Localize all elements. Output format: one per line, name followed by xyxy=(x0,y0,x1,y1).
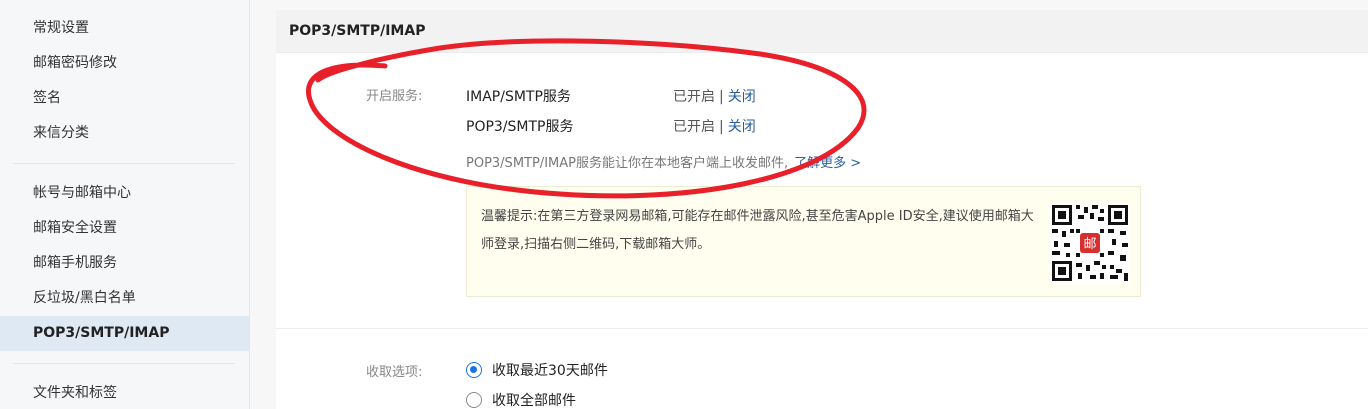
sidebar-item-security-settings[interactable]: 邮箱安全设置 xyxy=(0,211,249,246)
sidebar-item-antispam[interactable]: 反垃圾/黑白名单 xyxy=(0,281,249,316)
close-pop3-link[interactable]: 关闭 xyxy=(728,119,756,135)
section-divider xyxy=(276,328,1368,329)
service-name-pop3: POP3/SMTP服务 xyxy=(466,119,574,135)
radio-label: 收取全部邮件 xyxy=(492,393,576,409)
section-title: POP3/SMTP/IMAP xyxy=(276,10,1368,53)
qr-code-icon: 邮 xyxy=(1050,203,1130,283)
settings-main-panel: POP3/SMTP/IMAP 开启服务: IMAP/SMTP服务 已开启 | 关闭 … xyxy=(276,10,1368,409)
sidebar-group-general: 常规设置 邮箱密码修改 签名 来信分类 xyxy=(0,0,249,151)
sidebar-divider xyxy=(14,363,235,364)
status-text: 已开启 xyxy=(673,119,715,135)
status-separator: | xyxy=(719,119,724,135)
service-description-text: POP3/SMTP/IMAP服务能让你在本地客户端上收发邮件, xyxy=(466,156,789,171)
sidebar-item-signature[interactable]: 签名 xyxy=(0,81,249,116)
tip-text: 温馨提示:在第三方登录网易邮箱,可能存在邮件泄露风险,甚至危害Apple ID安… xyxy=(481,209,1034,252)
sidebar-item-pop3-smtp-imap[interactable]: POP3/SMTP/IMAP xyxy=(0,316,249,351)
service-status-pop3: 已开启 | 关闭 xyxy=(673,116,756,136)
sidebar-item-account-center[interactable]: 帐号与邮箱中心 xyxy=(0,176,249,211)
radio-label: 收取最近30天邮件 xyxy=(492,363,608,379)
radio-button-checked[interactable] xyxy=(466,362,482,378)
sidebar-group-account: 帐号与邮箱中心 邮箱安全设置 邮箱手机服务 反垃圾/黑白名单 POP3/SMTP… xyxy=(0,176,249,351)
service-name-imap: IMAP/SMTP服务 xyxy=(466,89,571,105)
status-text: 已开启 xyxy=(673,89,715,105)
sidebar-divider xyxy=(14,163,235,164)
settings-sidebar: 常规设置 邮箱密码修改 签名 来信分类 帐号与邮箱中心 邮箱安全设置 邮箱手机服… xyxy=(0,0,250,409)
sidebar-group-folders: 文件夹和标签 xyxy=(0,376,249,409)
sidebar-item-general-settings[interactable]: 常规设置 xyxy=(0,11,249,46)
service-status-imap: 已开启 | 关闭 xyxy=(673,86,756,106)
sidebar-item-password-change[interactable]: 邮箱密码修改 xyxy=(0,46,249,81)
close-imap-link[interactable]: 关闭 xyxy=(728,89,756,105)
sidebar-item-mail-category[interactable]: 来信分类 xyxy=(0,116,249,151)
receive-options-label: 收取选项: xyxy=(366,365,423,380)
sidebar-item-folders-tags[interactable]: 文件夹和标签 xyxy=(0,376,249,409)
status-separator: | xyxy=(719,89,724,105)
radio-button-unchecked[interactable] xyxy=(466,392,482,408)
services-label: 开启服务: xyxy=(366,89,423,104)
warning-tip-box: 温馨提示:在第三方登录网易邮箱,可能存在邮件泄露风险,甚至危害Apple ID安… xyxy=(466,186,1141,297)
receive-option-all-mail[interactable]: 收取全部邮件 xyxy=(466,390,576,409)
service-description: POP3/SMTP/IMAP服务能让你在本地客户端上收发邮件, 了解更多 > xyxy=(466,152,861,171)
qr-badge-text: 邮 xyxy=(1083,237,1096,252)
sidebar-item-mobile-service[interactable]: 邮箱手机服务 xyxy=(0,246,249,281)
learn-more-link[interactable]: 了解更多 > xyxy=(794,156,861,171)
receive-option-recent-30-days[interactable]: 收取最近30天邮件 xyxy=(466,360,608,380)
